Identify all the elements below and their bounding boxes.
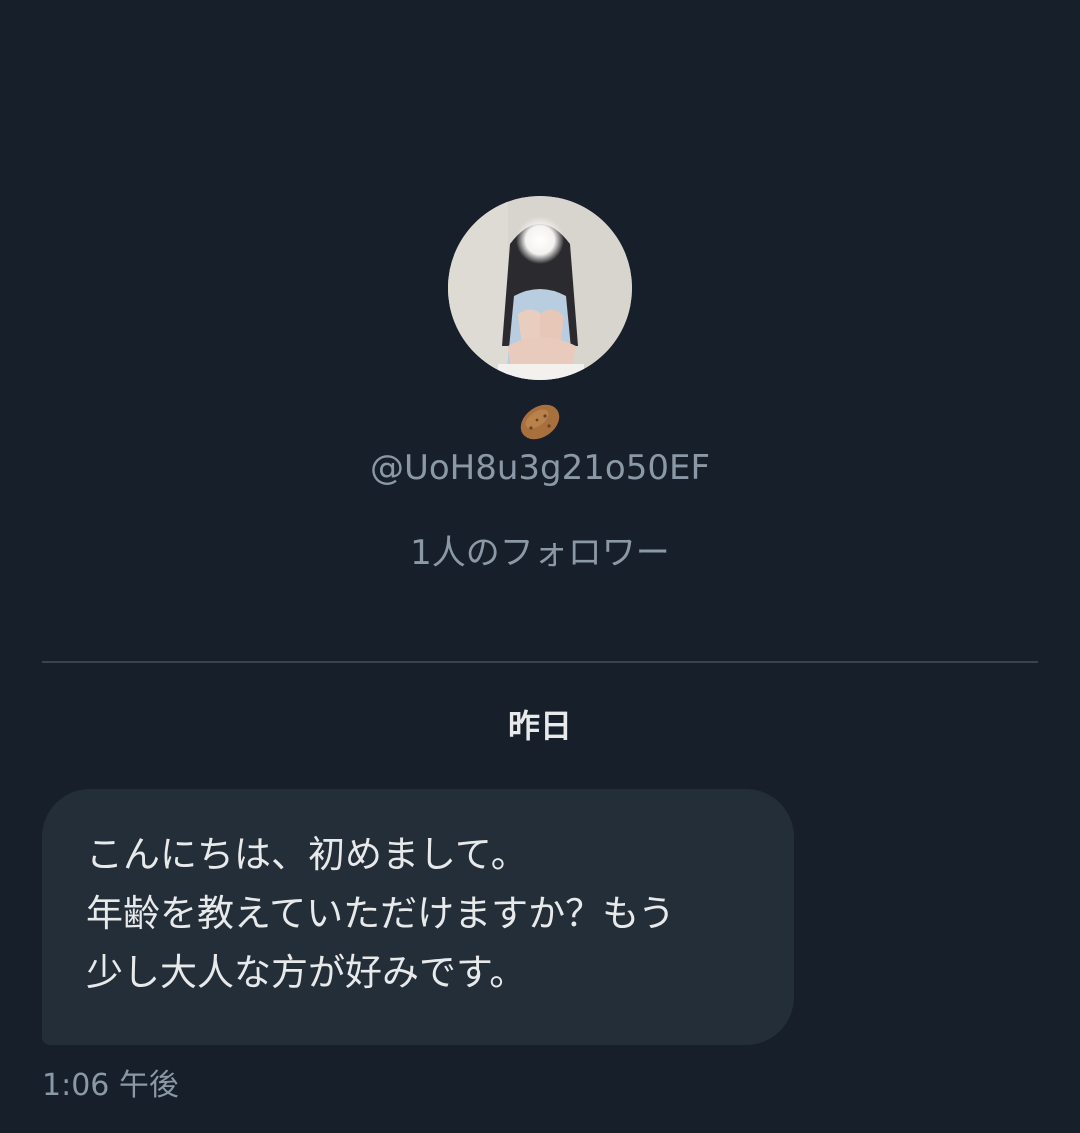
profile-avatar[interactable] xyxy=(448,196,632,380)
message-text-line: 年齢を教えていただけますか？もう xyxy=(86,892,676,935)
message-bubble[interactable]: こんにちは、初めまして。 年齢を教えていただけますか？もう 少し大人な方が好みで… xyxy=(42,789,794,1045)
display-name xyxy=(0,400,1080,444)
message-timestamp: 1:06 午後 xyxy=(42,1068,179,1103)
message-text-line: こんにちは、初めまして。 xyxy=(86,833,528,876)
profile-photo-icon xyxy=(448,196,632,380)
potato-emoji-icon xyxy=(520,404,560,440)
follower-count[interactable]: 1人のフォロワー xyxy=(0,531,1080,575)
message-text-line: 少し大人な方が好みです。 xyxy=(86,951,527,994)
user-handle[interactable]: @UoH8u3g21o50EF xyxy=(0,446,1080,490)
divider xyxy=(42,661,1038,663)
date-separator: 昨日 xyxy=(507,707,572,745)
